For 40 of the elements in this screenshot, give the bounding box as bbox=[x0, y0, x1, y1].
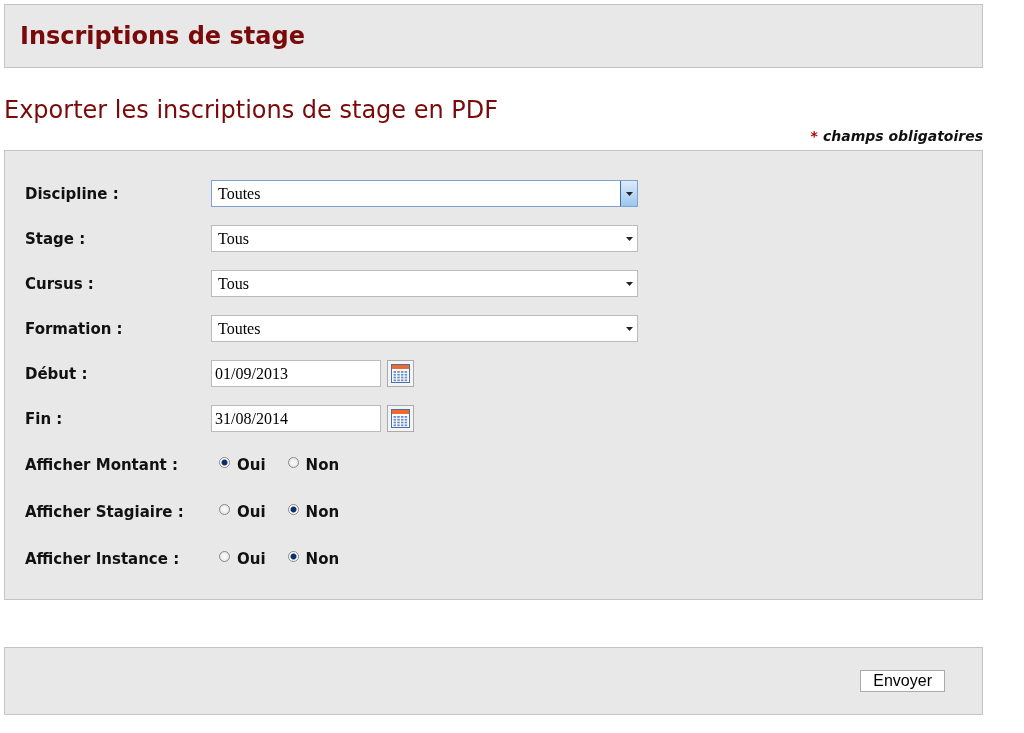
submit-button[interactable]: Envoyer bbox=[860, 670, 945, 692]
calendar-button[interactable] bbox=[387, 360, 414, 387]
dropdown-field[interactable]: Toutes bbox=[211, 180, 638, 207]
page-title: Exporter les inscriptions de stage en PDF bbox=[4, 96, 500, 124]
radio-button[interactable] bbox=[287, 503, 299, 515]
required-marker: * bbox=[810, 128, 818, 144]
date-field[interactable]: 31/08/2014 bbox=[211, 405, 381, 432]
radio-button[interactable] bbox=[219, 456, 230, 468]
calendar-icon bbox=[391, 409, 410, 428]
field-label: Fin : bbox=[25, 409, 64, 428]
radio-option[interactable]: Non bbox=[287, 502, 340, 521]
radio-option[interactable]: Non bbox=[287, 455, 340, 474]
dropdown-field[interactable]: Toutes bbox=[211, 315, 638, 342]
required-note: champs obligatoires bbox=[822, 128, 983, 144]
radio-option[interactable]: Oui bbox=[219, 502, 266, 521]
radio-option[interactable]: Oui bbox=[219, 455, 266, 474]
field-label: Afficher Instance : bbox=[25, 549, 181, 568]
header-title: Inscriptions de stage bbox=[20, 22, 305, 50]
radio-button[interactable] bbox=[219, 550, 230, 562]
caret-icon bbox=[625, 281, 633, 286]
field-label: Afficher Stagiaire : bbox=[25, 502, 185, 521]
radio-option[interactable]: Non bbox=[287, 549, 340, 568]
date-field[interactable]: 01/09/2013 bbox=[211, 360, 381, 387]
radio-option[interactable]: Oui bbox=[219, 549, 266, 568]
field-label: Stage : bbox=[25, 229, 87, 248]
radio-button[interactable] bbox=[287, 550, 299, 562]
calendar-icon bbox=[391, 364, 410, 383]
caret-icon bbox=[625, 191, 633, 196]
calendar-button[interactable] bbox=[387, 405, 414, 432]
radio-button[interactable] bbox=[219, 503, 230, 515]
field-label: Formation : bbox=[25, 319, 124, 338]
radio-button[interactable] bbox=[287, 456, 299, 468]
caret-icon bbox=[625, 236, 633, 241]
dropdown-field[interactable]: Tous bbox=[211, 225, 638, 252]
field-label: Début : bbox=[25, 364, 89, 383]
dropdown-field[interactable]: Tous bbox=[211, 270, 638, 297]
caret-icon bbox=[625, 326, 633, 331]
field-label: Afficher Montant : bbox=[25, 455, 179, 474]
field-label: Cursus : bbox=[25, 274, 95, 293]
field-label: Discipline : bbox=[25, 184, 120, 203]
